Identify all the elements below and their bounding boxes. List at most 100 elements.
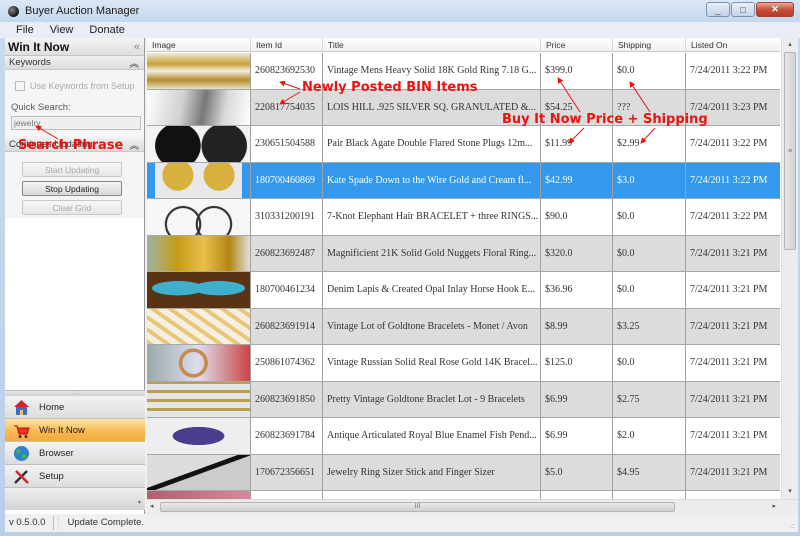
item-thumbnail — [147, 345, 250, 381]
column-header-title[interactable]: Title — [323, 38, 541, 52]
nav-item-setup[interactable]: Setup — [5, 465, 145, 488]
item-shipping-cell: $0.0 — [613, 199, 686, 235]
item-image-cell — [147, 53, 251, 89]
table-row[interactable]: 180700460869 Kate Spade Down to the Wire … — [147, 162, 780, 199]
column-header-price[interactable]: Price — [541, 38, 613, 52]
scroll-right-icon[interactable]: ▸ — [772, 502, 776, 510]
menu-donate[interactable]: Donate — [81, 24, 132, 36]
resize-grip-icon[interactable]: .:: — [789, 523, 795, 530]
table-row[interactable]: 260823691914 Vintage Lot of Goldtone Brac… — [147, 308, 780, 345]
clear-grid-button[interactable]: Clear Grid — [22, 200, 122, 215]
keywords-section-header[interactable]: Keywords ︽ — [5, 56, 144, 70]
menu-file[interactable]: File — [8, 24, 42, 36]
item-image-cell — [147, 162, 251, 198]
item-shipping-cell: $4.95 — [613, 454, 686, 490]
item-price-cell: $320.0 — [541, 235, 613, 271]
item-shipping-cell: $2.75 — [613, 381, 686, 417]
column-header-listed-on[interactable]: Listed On — [686, 38, 780, 52]
nav-item-label: Home — [39, 401, 65, 413]
collapse-section-icon[interactable]: ︽ — [129, 56, 139, 70]
scroll-down-icon[interactable]: ▾ — [782, 485, 798, 499]
item-thumbnail — [147, 235, 250, 271]
table-row[interactable]: 260823691784 Antique Articulated Royal Bl… — [147, 418, 780, 455]
quick-search-input[interactable] — [11, 116, 141, 130]
item-title-cell: 7-Knot Elephant Hair BRACELET + three RI… — [323, 199, 541, 235]
start-updating-button[interactable]: Start Updating — [22, 162, 122, 177]
updating-section-body: Start Updating Stop Updating Clear Grid — [5, 152, 144, 218]
item-shipping-cell: $2.0 — [613, 418, 686, 454]
item-listed-on-cell: 7/24/2011 3:21 PM — [690, 284, 768, 296]
left-panel: Win It Now « Keywords ︽ Use Keywords fro… — [5, 38, 145, 514]
item-id-cell: 260823691784 — [251, 418, 323, 454]
menu-view[interactable]: View — [42, 24, 82, 36]
vertical-scrollbar[interactable]: ▴ ≡ ▾ — [781, 38, 798, 499]
item-shipping-cell: $0.0 — [613, 345, 686, 381]
column-header-item-id[interactable]: Item Id — [251, 38, 323, 52]
item-shipping-cell: $0.0 — [613, 235, 686, 271]
vertical-scroll-thumb[interactable]: ≡ — [784, 52, 796, 250]
table-row[interactable]: 310331200191 7-Knot Elephant Hair BRACELE… — [147, 199, 780, 236]
horizontal-scroll-thumb[interactable]: III — [160, 502, 675, 512]
item-listed-on-cell: 7/24/2011 3:22 PM — [690, 174, 768, 186]
minimize-button[interactable]: _ — [706, 2, 730, 17]
nav-item-label: Win It Now — [39, 424, 85, 436]
nav-pane: Home Win It Now Browser Setup ▾ — [5, 396, 145, 510]
status-bar: v 0.5.0.0 Update Complete. .:: — [5, 514, 798, 532]
column-header-shipping[interactable]: Shipping — [613, 38, 686, 52]
item-title-cell: Pair Black Agate Double Flared Stone Plu… — [323, 126, 541, 162]
item-shipping-cell: $2.99 — [613, 126, 686, 162]
table-row[interactable]: 260823691850 Pretty Vintage Goldtone Brac… — [147, 381, 780, 418]
item-image-cell — [147, 308, 251, 344]
item-listed-on-cell: 7/24/2011 3:21 PM — [690, 247, 768, 259]
keywords-section-title: Keywords — [9, 57, 51, 68]
table-row[interactable]: 180700461234 Denim Lapis & Created Opal I… — [147, 272, 780, 309]
item-id-cell: 310331200191 — [251, 199, 323, 235]
scroll-left-icon[interactable]: ◂ — [150, 502, 154, 510]
item-id-cell: 260823691914 — [251, 308, 323, 344]
table-row[interactable]: 250861074362 Vintage Russian Solid Real R… — [147, 345, 780, 382]
horizontal-scrollbar[interactable]: ◂ III ▸ — [147, 499, 798, 514]
close-icon: ✕ — [771, 4, 779, 14]
item-shipping-cell: $3.25 — [613, 308, 686, 344]
item-title-cell: Jewelry Ring Sizer Stick and Finger Size… — [323, 454, 541, 490]
panel-title: Win It Now — [8, 39, 70, 54]
annotation-bin-price-shipping: Buy It Now Price + Shipping — [502, 112, 708, 127]
close-button[interactable]: ✕ — [756, 2, 794, 17]
table-row[interactable]: 170672356651 Jewelry Ring Sizer Stick and… — [147, 454, 780, 491]
item-price-cell: $6.99 — [541, 381, 613, 417]
collapse-section-icon[interactable]: ︽ — [129, 138, 139, 152]
item-price-cell: $11.99 — [541, 126, 613, 162]
use-keywords-checkbox[interactable] — [15, 81, 25, 91]
item-image-cell — [147, 199, 251, 235]
item-id-cell: 260823692487 — [251, 235, 323, 271]
window-title: Buyer Auction Manager — [25, 5, 140, 17]
use-keywords-checkbox-row[interactable]: Use Keywords from Setup — [15, 79, 138, 93]
item-image-cell — [147, 381, 251, 417]
table-row[interactable]: 260823692487 Magnificient 21K Solid Gold … — [147, 235, 780, 272]
nav-item-win-it-now[interactable]: Win It Now — [5, 419, 145, 442]
item-listed-on-cell: 7/24/2011 3:22 PM — [690, 65, 768, 77]
nav-footer: ▾ — [5, 488, 145, 510]
scroll-up-icon[interactable]: ▴ — [782, 38, 798, 52]
item-listed-on-cell: 7/24/2011 3:21 PM — [690, 466, 768, 478]
maximize-button[interactable]: □ — [731, 2, 755, 17]
column-header-image[interactable]: Image — [147, 38, 251, 52]
item-listed-on-cell: 7/24/2011 3:21 PM — [690, 357, 768, 369]
item-title-cell: Antique Articulated Royal Blue Enamel Fi… — [323, 418, 541, 454]
grip-icon: ≡ — [787, 147, 793, 155]
item-shipping-cell: $0.0 — [613, 53, 686, 89]
item-listed-on-cell: 7/24/2011 3:22 PM — [690, 211, 768, 223]
item-image-cell — [147, 126, 251, 162]
collapse-panel-icon[interactable]: « — [134, 41, 140, 53]
table-row[interactable]: 230651504588 Pair Black Agate Double Flar… — [147, 126, 780, 163]
keywords-section-body: Use Keywords from Setup Quick Search: — [5, 70, 144, 138]
stop-updating-button[interactable]: Stop Updating — [22, 181, 122, 196]
item-title-cell: Denim Lapis & Created Opal Inlay Horse H… — [323, 272, 541, 308]
item-thumbnail — [147, 199, 250, 235]
item-listed-on-cell: 7/24/2011 3:21 PM — [690, 393, 768, 405]
grid-header: Image Item Id Title Price Shipping Liste… — [147, 38, 780, 52]
item-listed-on-cell: 7/24/2011 3:21 PM — [690, 430, 768, 442]
nav-item-browser[interactable]: Browser — [5, 442, 145, 465]
nav-item-home[interactable]: Home — [5, 396, 145, 419]
nav-overflow-icon[interactable]: ▾ — [138, 499, 141, 506]
